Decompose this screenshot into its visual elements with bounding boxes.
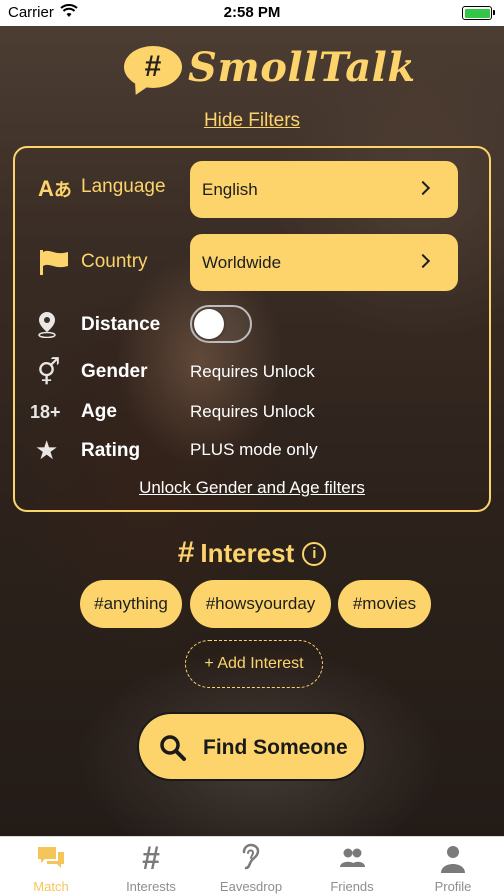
chevron-right-icon — [415, 253, 431, 269]
interest-heading: # Interest i — [0, 536, 504, 570]
app-logo: # SmollTalk — [124, 44, 415, 96]
distance-toggle[interactable] — [190, 305, 252, 343]
find-someone-button[interactable]: Find Someone — [137, 712, 366, 781]
add-interest-button[interactable]: + Add Interest — [185, 640, 323, 688]
hide-filters-link[interactable]: Hide Filters — [0, 110, 504, 132]
tab-label: Match — [33, 879, 69, 894]
rating-label: Rating — [81, 440, 141, 461]
language-label: Language — [81, 176, 166, 197]
location-pin-icon — [38, 312, 56, 338]
tab-eavesdrop[interactable]: Eavesdrop — [201, 837, 301, 896]
status-bar: Carrier 2:58 PM — [0, 0, 504, 26]
hash-icon: # — [142, 840, 160, 876]
translate-icon: Aあ — [38, 176, 72, 201]
tab-label: Friends — [330, 879, 374, 894]
gender-icon: ⚥ — [37, 357, 61, 387]
language-value: English — [202, 180, 258, 199]
logo-bubble-icon: # — [124, 46, 182, 88]
star-icon: ★ — [35, 435, 59, 465]
info-icon[interactable]: i — [302, 542, 327, 566]
tab-profile[interactable]: Profile — [403, 837, 503, 896]
clock: 2:58 PM — [223, 4, 281, 21]
person-icon — [441, 846, 465, 873]
age-label: Age — [81, 401, 117, 422]
chevron-right-icon — [415, 180, 431, 196]
ear-icon — [242, 843, 260, 870]
people-icon — [340, 848, 365, 867]
interest-title: Interest — [200, 538, 295, 568]
chat-bubbles-icon — [38, 847, 64, 868]
find-someone-label: Find Someone — [203, 736, 348, 759]
age-value: Requires Unlock — [190, 402, 315, 421]
toggle-knob — [194, 309, 224, 339]
country-label: Country — [81, 251, 148, 272]
tab-label: Interests — [126, 879, 176, 894]
gender-label: Gender — [81, 361, 148, 382]
unlock-filters-link[interactable]: Unlock Gender and Age filters — [0, 478, 504, 498]
distance-label: Distance — [81, 314, 161, 335]
age-icon: 18+ — [30, 402, 61, 422]
tab-label: Profile — [434, 879, 472, 894]
language-select[interactable]: English — [190, 161, 458, 218]
tab-bar: Match # Interests Eavesdrop Friends Prof… — [0, 836, 504, 896]
tab-match[interactable]: Match — [1, 837, 101, 896]
battery-icon — [462, 6, 495, 20]
flag-icon — [40, 250, 68, 275]
app-name: SmollTalk — [188, 44, 416, 91]
tab-interests[interactable]: # Interests — [101, 837, 201, 896]
tab-friends[interactable]: Friends — [302, 837, 402, 896]
hash-icon: # — [177, 536, 195, 569]
tab-label: Eavesdrop — [219, 879, 283, 894]
country-value: Worldwide — [202, 253, 282, 272]
interest-tag[interactable]: #anything — [80, 580, 182, 628]
rating-value: PLUS mode only — [190, 440, 318, 459]
search-icon — [160, 735, 186, 761]
gender-value: Requires Unlock — [190, 362, 315, 381]
interest-tag[interactable]: #howsyourday — [190, 580, 331, 628]
interest-tag[interactable]: #movies — [338, 580, 431, 628]
country-select[interactable]: Worldwide — [190, 234, 458, 291]
